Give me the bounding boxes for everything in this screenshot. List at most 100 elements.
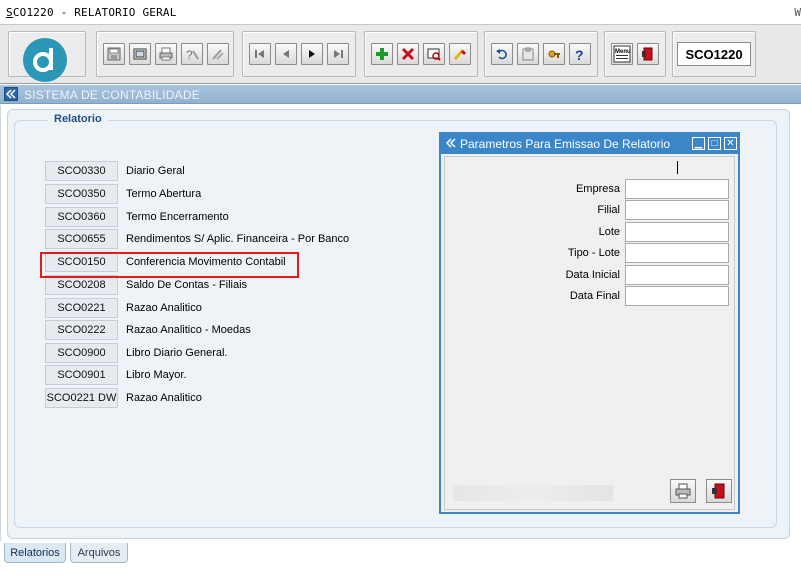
window-button[interactable] <box>129 43 151 65</box>
toolbar-group-logo <box>8 31 86 82</box>
clear-icon <box>453 49 467 60</box>
back-arrows-icon <box>5 89 16 99</box>
save-icon <box>107 47 121 61</box>
toolbar: ? ? Menu SCO1220 <box>0 24 801 84</box>
dialog-print-button[interactable] <box>670 479 696 503</box>
dialog-exit-button[interactable] <box>706 479 732 503</box>
print-icon <box>675 483 691 499</box>
first-record-button[interactable] <box>249 43 271 65</box>
report-code-button[interactable]: SCO0221 DW <box>45 388 118 408</box>
text-cursor <box>677 161 678 174</box>
report-description: Termo Abertura <box>126 188 202 200</box>
bottom-tab-bar: Relatorios Arquivos <box>0 541 801 585</box>
tools-button[interactable] <box>207 43 229 65</box>
insert-record-button[interactable] <box>371 43 393 65</box>
clipboard-button[interactable] <box>517 43 539 65</box>
parameter-label: Lote <box>598 226 620 238</box>
tab-relatorios[interactable]: Relatorios <box>4 543 66 563</box>
parameter-label: Tipo - Lote <box>567 247 620 259</box>
next-record-icon <box>309 50 315 58</box>
dialog-status-area <box>453 485 613 501</box>
window-icon <box>133 48 147 60</box>
toolbar-group-menu: Menu <box>604 31 666 77</box>
query-button[interactable] <box>423 43 445 65</box>
delete-record-button[interactable] <box>397 43 419 65</box>
tab-arquivos[interactable]: Arquivos <box>70 543 128 563</box>
svg-text:?: ? <box>575 47 584 61</box>
report-code-button[interactable]: SCO0350 <box>45 184 118 204</box>
report-code-button[interactable]: SCO0901 <box>45 365 118 385</box>
report-code-button[interactable]: SCO0221 <box>45 298 118 318</box>
dialog-titlebar[interactable]: Parametros Para Emissao De Relatorio ▁ □… <box>441 134 738 154</box>
system-window-icon <box>4 87 18 101</box>
report-description: Razao Analitico <box>126 302 202 314</box>
previous-record-icon <box>283 50 289 58</box>
parameter-label: Data Final <box>569 290 620 302</box>
menu-icon-text: Menu <box>615 49 631 55</box>
undo-button[interactable] <box>491 43 513 65</box>
parameter-input[interactable] <box>625 286 729 306</box>
tab-label: Relatorios <box>10 546 60 559</box>
report-code-button[interactable]: SCO0360 <box>45 207 118 227</box>
delete-record-icon <box>401 47 415 61</box>
toolbar-group-records <box>364 31 478 77</box>
title-text: CO1220 - RELATORIO GERAL <box>12 6 177 19</box>
query-icon <box>427 48 441 61</box>
report-code-button[interactable]: SCO0208 <box>45 275 118 295</box>
parameter-input[interactable] <box>625 179 729 199</box>
report-description: Razao Analitico <box>126 392 202 404</box>
svg-text:?: ? <box>186 48 193 61</box>
help-query-icon: ? <box>186 48 199 61</box>
save-button[interactable] <box>103 43 125 65</box>
report-code-button[interactable]: SCO0330 <box>45 161 118 181</box>
last-record-icon <box>334 50 343 58</box>
system-header: SISTEMA DE CONTABILIDADE <box>0 85 801 104</box>
parameter-row: Data Inicial <box>445 265 736 285</box>
report-description: Saldo De Contas - Filiais <box>126 279 248 291</box>
clear-button[interactable] <box>449 43 471 65</box>
parameter-input[interactable] <box>625 222 729 242</box>
exit-button[interactable] <box>637 43 659 65</box>
tab-label: Arquivos <box>77 546 121 559</box>
dialog-maximize-button[interactable]: □ <box>708 137 721 150</box>
tools-icon <box>212 49 224 60</box>
window-titlebar: SCO1220 - RELATORIO GERAL W <box>0 0 801 24</box>
report-description: Libro Mayor. <box>126 369 187 381</box>
report-description: Termo Encerramento <box>126 211 229 223</box>
print-icon <box>159 47 173 61</box>
parameter-input[interactable] <box>625 265 729 285</box>
dialog-minimize-button[interactable]: ▁ <box>692 137 705 150</box>
help-icon: ? <box>575 47 584 61</box>
next-record-button[interactable] <box>301 43 323 65</box>
exit-icon <box>712 483 725 499</box>
menu-button[interactable]: Menu <box>611 43 633 65</box>
report-code-button[interactable]: SCO0900 <box>45 343 118 363</box>
window-title: SCO1220 - RELATORIO GERAL <box>6 6 177 19</box>
help-button[interactable]: ? <box>569 43 591 65</box>
previous-record-button[interactable] <box>275 43 297 65</box>
report-code-button[interactable]: SCO0655 <box>45 229 118 249</box>
parameter-row: Filial <box>445 200 736 220</box>
report-description: Diario Geral <box>126 165 185 177</box>
toolbar-group-edit: ? <box>484 31 598 77</box>
parameter-input[interactable] <box>625 200 729 220</box>
print-button[interactable] <box>155 43 177 65</box>
parameter-row: Lote <box>445 222 736 242</box>
parameter-label: Filial <box>597 204 620 216</box>
parameters-dialog: Parametros Para Emissao De Relatorio ▁ □… <box>439 132 740 514</box>
key-icon <box>548 50 560 58</box>
report-description: Libro Diario General. <box>126 347 228 359</box>
toolbar-group-file: ? <box>96 31 234 77</box>
dialog-close-button[interactable]: ✕ <box>724 137 737 150</box>
help-query-button[interactable]: ? <box>181 43 203 65</box>
app-logo <box>23 38 67 82</box>
key-button[interactable] <box>543 43 565 65</box>
title-mnemonic: S <box>6 6 13 19</box>
logo-d-icon <box>33 48 53 72</box>
report-code-button[interactable]: SCO0222 <box>45 320 118 340</box>
maximize-icon: □ <box>711 137 718 149</box>
last-record-button[interactable] <box>327 43 349 65</box>
exit-icon <box>642 47 653 61</box>
parameter-input[interactable] <box>625 243 729 263</box>
report-description: Razao Analitico - Moedas <box>126 324 251 336</box>
